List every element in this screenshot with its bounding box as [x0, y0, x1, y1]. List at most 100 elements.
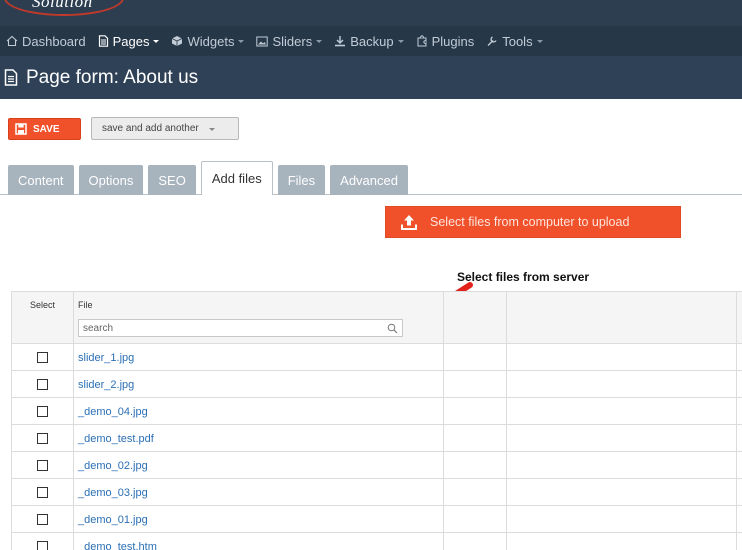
row-checkbox[interactable]	[37, 433, 48, 445]
nav-item-dashboard[interactable]: Dashboard	[6, 26, 94, 56]
table-row: _demo_02.jpg	[11, 451, 742, 479]
table-row: _demo_test.pdf	[11, 424, 742, 452]
cell-empty	[506, 370, 737, 398]
row-checkbox[interactable]	[37, 460, 48, 472]
cell-select	[11, 451, 74, 479]
logo-bar: Solution	[0, 0, 742, 26]
nav-item-widgets[interactable]: Widgets	[171, 26, 252, 56]
search-input[interactable]	[79, 320, 402, 336]
table-row: _demo_04.jpg	[11, 397, 742, 425]
row-checkbox[interactable]	[37, 514, 48, 526]
column-header-select: Select	[11, 291, 74, 344]
search-box	[78, 319, 403, 337]
save-button[interactable]: SAVE	[8, 118, 81, 140]
caret-down-icon	[208, 127, 215, 131]
nav-item-plugins[interactable]: Plugins	[416, 26, 483, 56]
file-table: Select File slider_1.jpg slider_2.jpg _dem…	[11, 291, 742, 550]
cell-empty	[506, 451, 737, 479]
nav-item-tools[interactable]: Tools	[486, 26, 550, 56]
caret-down-icon	[536, 40, 543, 43]
download-icon	[335, 36, 346, 47]
cell-file: _demo_03.jpg	[73, 478, 444, 506]
tab-seo[interactable]: SEO	[148, 165, 196, 195]
cell-file: _demo_04.jpg	[73, 397, 444, 425]
file-link[interactable]: _demo_02.jpg	[74, 460, 148, 472]
cell-select	[11, 397, 74, 425]
column-header-empty	[506, 291, 737, 344]
cell-empty	[736, 370, 742, 398]
nav-label: Pages	[112, 33, 150, 49]
cell-file: _demo_01.jpg	[73, 505, 444, 533]
tab-advanced[interactable]: Advanced	[330, 165, 408, 195]
row-checkbox[interactable]	[37, 541, 48, 550]
cell-empty	[506, 478, 737, 506]
file-table-body: slider_1.jpg slider_2.jpg _demo_04.jpg _dem…	[11, 343, 742, 550]
file-link[interactable]: _demo_01.jpg	[74, 514, 148, 526]
tab-files[interactable]: Files	[277, 165, 326, 195]
cell-empty	[443, 370, 507, 398]
nav-label: Tools	[502, 33, 533, 49]
search-icon	[387, 323, 398, 334]
upload-files-button[interactable]: Select files from computer to upload	[385, 206, 681, 238]
image-icon	[256, 36, 269, 46]
tab-content[interactable]: Content	[8, 165, 74, 195]
row-checkbox[interactable]	[37, 379, 48, 391]
file-link[interactable]: _demo_04.jpg	[74, 406, 148, 418]
table-header-row: Select File	[11, 291, 742, 344]
cell-empty	[443, 478, 507, 506]
cell-empty	[506, 532, 737, 550]
nav-label: Plugins	[431, 33, 475, 49]
caret-down-icon	[153, 40, 160, 43]
file-link[interactable]: _demo_03.jpg	[74, 487, 148, 499]
cell-file: slider_1.jpg	[73, 343, 444, 371]
cell-empty	[506, 397, 737, 425]
cell-select	[11, 532, 74, 550]
file-link[interactable]: _demo_test.htm	[74, 541, 157, 550]
nav-item-pages[interactable]: Pages	[98, 26, 168, 56]
table-row: _demo_03.jpg	[11, 478, 742, 506]
nav-label: Dashboard	[22, 33, 86, 49]
save-icon	[15, 123, 27, 135]
cell-empty	[506, 424, 737, 452]
server-files-label: Select files from server	[457, 270, 590, 284]
file-link[interactable]: slider_2.jpg	[74, 379, 134, 391]
cell-select	[11, 370, 74, 398]
save-and-add-another-button[interactable]: save and add another	[91, 117, 239, 140]
nav-label: Widgets	[187, 33, 235, 49]
puzzle-icon	[417, 35, 427, 47]
cell-empty	[736, 505, 742, 533]
page-title: Page form: About us	[26, 66, 199, 88]
cell-empty	[736, 343, 742, 371]
nav-item-backup[interactable]: Backup	[334, 26, 411, 56]
cell-empty	[443, 424, 507, 452]
table-row: slider_1.jpg	[11, 343, 742, 371]
nav-label: Sliders	[272, 33, 313, 49]
main-nav: Dashboard Pages Widgets Sliders Backup P…	[0, 26, 742, 56]
nav-item-sliders[interactable]: Sliders	[256, 26, 330, 56]
cell-select	[11, 343, 74, 371]
cell-empty	[736, 478, 742, 506]
row-checkbox[interactable]	[37, 487, 48, 499]
cell-empty	[443, 397, 507, 425]
cell-empty	[736, 451, 742, 479]
nav-label: Backup	[350, 33, 394, 49]
cell-empty	[736, 532, 742, 550]
file-link[interactable]: _demo_test.pdf	[74, 433, 154, 445]
tab-add-files[interactable]: Add files	[200, 161, 273, 195]
cell-empty	[736, 397, 742, 425]
file-link[interactable]: slider_1.jpg	[74, 352, 134, 364]
cell-file: _demo_test.htm	[73, 532, 444, 550]
table-row: _demo_test.htm	[11, 532, 742, 550]
table-row: slider_2.jpg	[11, 370, 742, 398]
cell-select	[11, 478, 74, 506]
cell-empty	[443, 532, 507, 550]
tab-options[interactable]: Options	[78, 165, 144, 195]
upload-icon	[401, 215, 417, 230]
row-checkbox[interactable]	[37, 352, 48, 364]
cell-select	[11, 505, 74, 533]
caret-down-icon	[238, 40, 245, 43]
cell-empty	[736, 424, 742, 452]
upload-label: Select files from computer to upload	[430, 215, 630, 229]
caret-down-icon	[316, 40, 323, 43]
row-checkbox[interactable]	[37, 406, 48, 418]
